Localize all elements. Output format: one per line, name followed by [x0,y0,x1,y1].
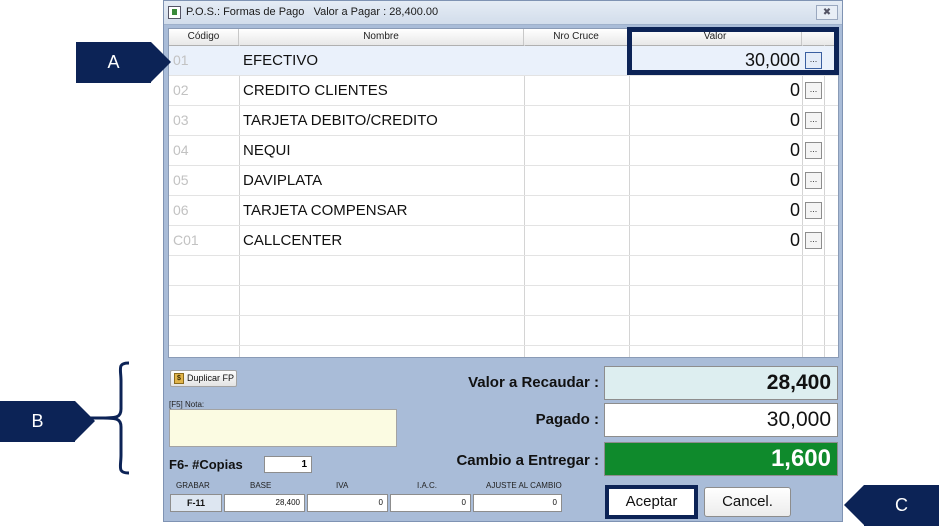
totals-bar: GRABAR F-11 BASE 28,400 IVA 0 I.A.C. 0 A… [168,481,600,518]
empty-row [169,316,838,346]
row-value-input[interactable]: 0 [629,170,800,191]
callout-c: C [844,485,939,526]
row-value-input[interactable]: 0 [629,140,800,161]
row-name: CALLCENTER [243,232,343,249]
table-row[interactable]: 05 DAVIPLATA 0 ... [169,166,838,196]
grabar-button[interactable]: F-11 [170,494,222,512]
grabar-label: GRABAR [176,481,210,490]
ajuste-value: 0 [473,494,562,512]
row-code: 06 [173,202,189,218]
row-code: 02 [173,82,189,98]
header-nro-cruce[interactable]: Nro Cruce [524,29,629,45]
row-code: 04 [173,142,189,158]
empty-row [169,286,838,316]
cambio-label: Cambio a Entregar : [456,452,599,469]
window-title: P.O.S.: Formas de Pago Valor a Pagar : 2… [186,6,439,18]
row-ellipsis-button[interactable]: ... [805,142,822,159]
table-row[interactable]: 02 CREDITO CLIENTES 0 ... [169,76,838,106]
nota-field[interactable] [169,409,397,447]
row-ellipsis-button[interactable]: ... [805,202,822,219]
callout-a: A [76,42,171,83]
row-ellipsis-button[interactable]: ... [805,172,822,189]
iac-label: I.A.C. [417,481,438,490]
base-label: BASE [250,481,272,490]
dollar-icon: $ [174,373,184,384]
row-value-input[interactable]: 0 [629,230,800,251]
callout-a-highlight [627,27,839,75]
copias-label: F6- #Copias [169,457,243,472]
table-row[interactable]: C01 CALLCENTER 0 ... [169,226,838,256]
row-name: TARJETA COMPENSAR [243,202,408,219]
table-row[interactable]: 06 TARJETA COMPENSAR 0 ... [169,196,838,226]
iac-value: 0 [390,494,471,512]
base-value: 28,400 [224,494,305,512]
header-nombre[interactable]: Nombre [239,29,524,45]
row-value-input[interactable]: 0 [629,200,800,221]
nota-label: [F5] Nota: [169,400,205,409]
payment-grid: Código Nombre Nro Cruce Valor 01 EFECTIV… [168,28,839,358]
row-name: EFECTIVO [243,52,319,69]
cambio-value: 1,600 [604,442,838,476]
row-name: TARJETA DEBITO/CREDITO [243,112,438,129]
row-code: C01 [173,232,199,248]
recaudar-label: Valor a Recaudar : [468,374,599,391]
row-code: 05 [173,172,189,188]
row-name: NEQUI [243,142,291,159]
iva-label: IVA [336,481,349,490]
header-codigo[interactable]: Código [169,29,239,45]
row-ellipsis-button[interactable]: ... [805,112,822,129]
empty-row [169,256,838,286]
row-value-input[interactable]: 0 [629,110,800,131]
duplicar-fp-label: Duplicar FP [187,373,235,383]
row-value-input[interactable]: 0 [629,80,800,101]
row-ellipsis-button[interactable]: ... [805,232,822,249]
pagado-value: 30,000 [604,403,838,437]
duplicar-fp-button[interactable]: $ Duplicar FP [170,370,237,387]
aceptar-button[interactable]: Aceptar [605,485,698,519]
row-ellipsis-button[interactable]: ... [805,82,822,99]
row-code: 03 [173,112,189,128]
row-code: 01 [173,52,189,68]
recaudar-value: 28,400 [604,366,838,400]
copias-input[interactable]: 1 [264,456,312,473]
table-row[interactable]: 04 NEQUI 0 ... [169,136,838,166]
close-button[interactable]: ✖ [816,5,838,20]
bracket-b [83,361,130,475]
row-name: CREDITO CLIENTES [243,82,388,99]
iva-value: 0 [307,494,388,512]
title-bar: P.O.S.: Formas de Pago Valor a Pagar : 2… [164,1,842,25]
row-name: DAVIPLATA [243,172,323,189]
pagado-label: Pagado : [535,411,599,428]
payment-methods-window: P.O.S.: Formas de Pago Valor a Pagar : 2… [163,0,843,522]
callout-b: B [0,401,95,442]
table-row[interactable]: 03 TARJETA DEBITO/CREDITO 0 ... [169,106,838,136]
ajuste-label: AJUSTE AL CAMBIO [486,481,562,490]
app-icon [168,6,181,19]
cancel-button[interactable]: Cancel. [704,487,791,517]
